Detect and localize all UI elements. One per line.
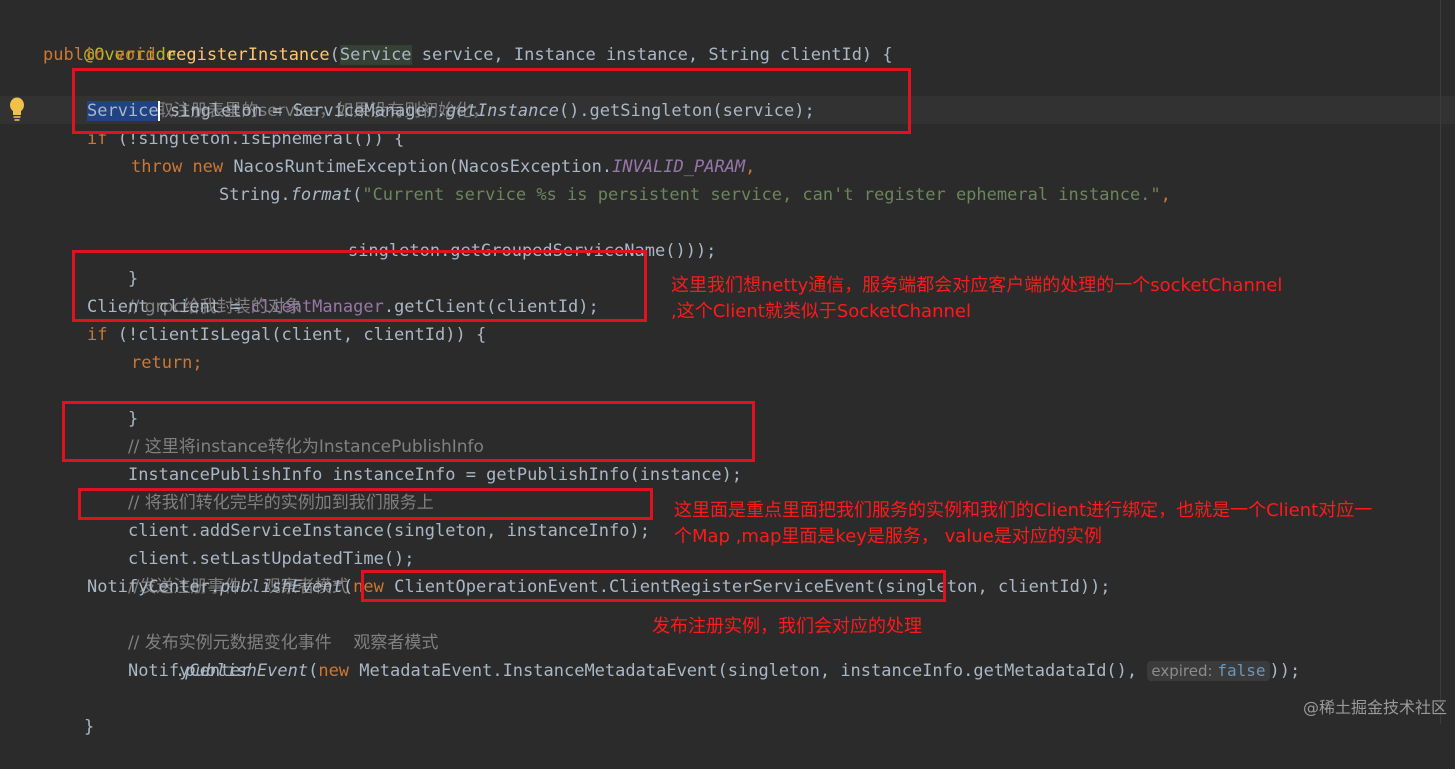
note-line: 这里面是重点里面把我们服务的实例和我们的Client进行绑定，也就是一个Clie… — [674, 500, 1373, 521]
static-method-token: publishEvent — [185, 661, 309, 681]
highlight-box-get-service — [72, 68, 911, 134]
code-text: ( — [308, 661, 319, 681]
punctuation-token: , — [1160, 185, 1171, 205]
code-line-19[interactable]: client.setLastUpdatedTime(); — [87, 517, 415, 569]
code-line-6[interactable]: throw new NacosRuntimeException(NacosExc… — [131, 153, 755, 181]
code-line-2[interactable]: public void registerInstance(Service ser… — [43, 41, 893, 69]
right-margin-guide — [1440, 0, 1441, 724]
note-line: 个Map ,map里面是key是服务， value是对应的实例 — [674, 526, 1102, 547]
code-text: clientId) { — [769, 45, 893, 65]
code-line-20[interactable]: //发送注册事件 ：观察者模式 — [87, 545, 349, 597]
static-method-token: publishEvent — [220, 577, 343, 597]
code-text: String. — [219, 185, 291, 205]
string-token: "Current service %s is persistent servic… — [362, 185, 1161, 205]
code-line-13[interactable]: return; — [131, 349, 203, 377]
note-line: 发布注册实例，我们会对应的处理 — [652, 616, 922, 637]
code-line-25[interactable]: } — [43, 685, 94, 737]
code-text: NotifyCenter. — [87, 577, 221, 597]
code-line-22[interactable]: // 发布实例元数据变化事件 观察者模式 — [87, 601, 438, 653]
punctuation-token: ; — [192, 353, 203, 373]
code-line-23[interactable]: NotifyCenter — [87, 629, 251, 681]
hint-value: false — [1217, 661, 1266, 680]
punctuation-token: , — [745, 157, 756, 177]
code-line-12[interactable]: if (!clientIsLegal(client, clientId)) { — [87, 321, 486, 349]
code-text: )); — [1269, 661, 1301, 681]
code-text: NacosRuntimeException(NacosException. — [223, 157, 613, 177]
code-text: service, — [411, 45, 514, 65]
keyword-token: throw — [131, 157, 183, 177]
code-line-1[interactable]: @Override — [43, 13, 176, 65]
keyword-token: new — [318, 661, 350, 681]
keyword-token: public — [43, 45, 105, 65]
lightbulb-icon[interactable] — [6, 96, 28, 122]
type-token: Service — [339, 45, 412, 65]
keyword-token: new — [192, 157, 224, 177]
note-line: ,这个Client就类似于SocketChannel — [671, 301, 971, 322]
code-text: MetadataEvent.InstanceMetadataEvent(sing… — [349, 661, 1148, 681]
code-line-17[interactable]: // 将我们转化完毕的实例加到我们服务上 — [87, 461, 434, 513]
highlight-box-add-instance — [78, 488, 653, 520]
highlight-box-register-event — [361, 570, 946, 602]
code-text: } — [83, 717, 95, 737]
keyword-token: void — [114, 45, 156, 65]
code-editor[interactable]: @Override public void registerInstance(S… — [0, 0, 1455, 737]
method-name-token: registerInstance — [165, 45, 330, 65]
code-text: (!clientIsLegal(client, clientId)) { — [107, 325, 487, 345]
hint-label: expired: — [1151, 662, 1213, 680]
note-line: 这里我们想netty通信，服务端都会对应客户端的处理的一个socketChann… — [671, 275, 1283, 296]
keyword-token: return — [131, 353, 193, 373]
code-text: ( — [342, 577, 354, 597]
keyword-token: if — [87, 325, 108, 345]
highlight-box-publish-info — [62, 401, 755, 462]
code-line-7[interactable]: String.format("Current service %s is per… — [219, 181, 1171, 209]
type-token: String — [708, 45, 770, 65]
constant-token: INVALID_PARAM — [612, 157, 746, 177]
static-method-token: format — [290, 185, 353, 205]
type-token: Instance — [513, 45, 596, 65]
note-bind-instance: 这里面是重点里面把我们服务的实例和我们的Client进行绑定，也就是一个Clie… — [674, 498, 1372, 550]
watermark: @稀土掘金技术社区 — [1302, 698, 1447, 717]
note-publish-register: 发布注册实例，我们会对应的处理 — [652, 614, 922, 640]
parameter-hint: expired: false — [1147, 661, 1270, 681]
code-text: ( — [352, 185, 363, 205]
highlight-box-grpc-client — [72, 250, 647, 322]
code-text: instance, — [595, 45, 709, 65]
note-netty-client: 这里我们想netty通信，服务端都会对应客户端的处理的一个socketChann… — [671, 273, 1282, 325]
code-text: . — [175, 661, 186, 681]
code-line-8[interactable]: singleton.getGroupedServiceName())); — [307, 209, 716, 261]
code-line-24[interactable]: .publishEvent(new MetadataEvent.Instance… — [175, 657, 1300, 685]
